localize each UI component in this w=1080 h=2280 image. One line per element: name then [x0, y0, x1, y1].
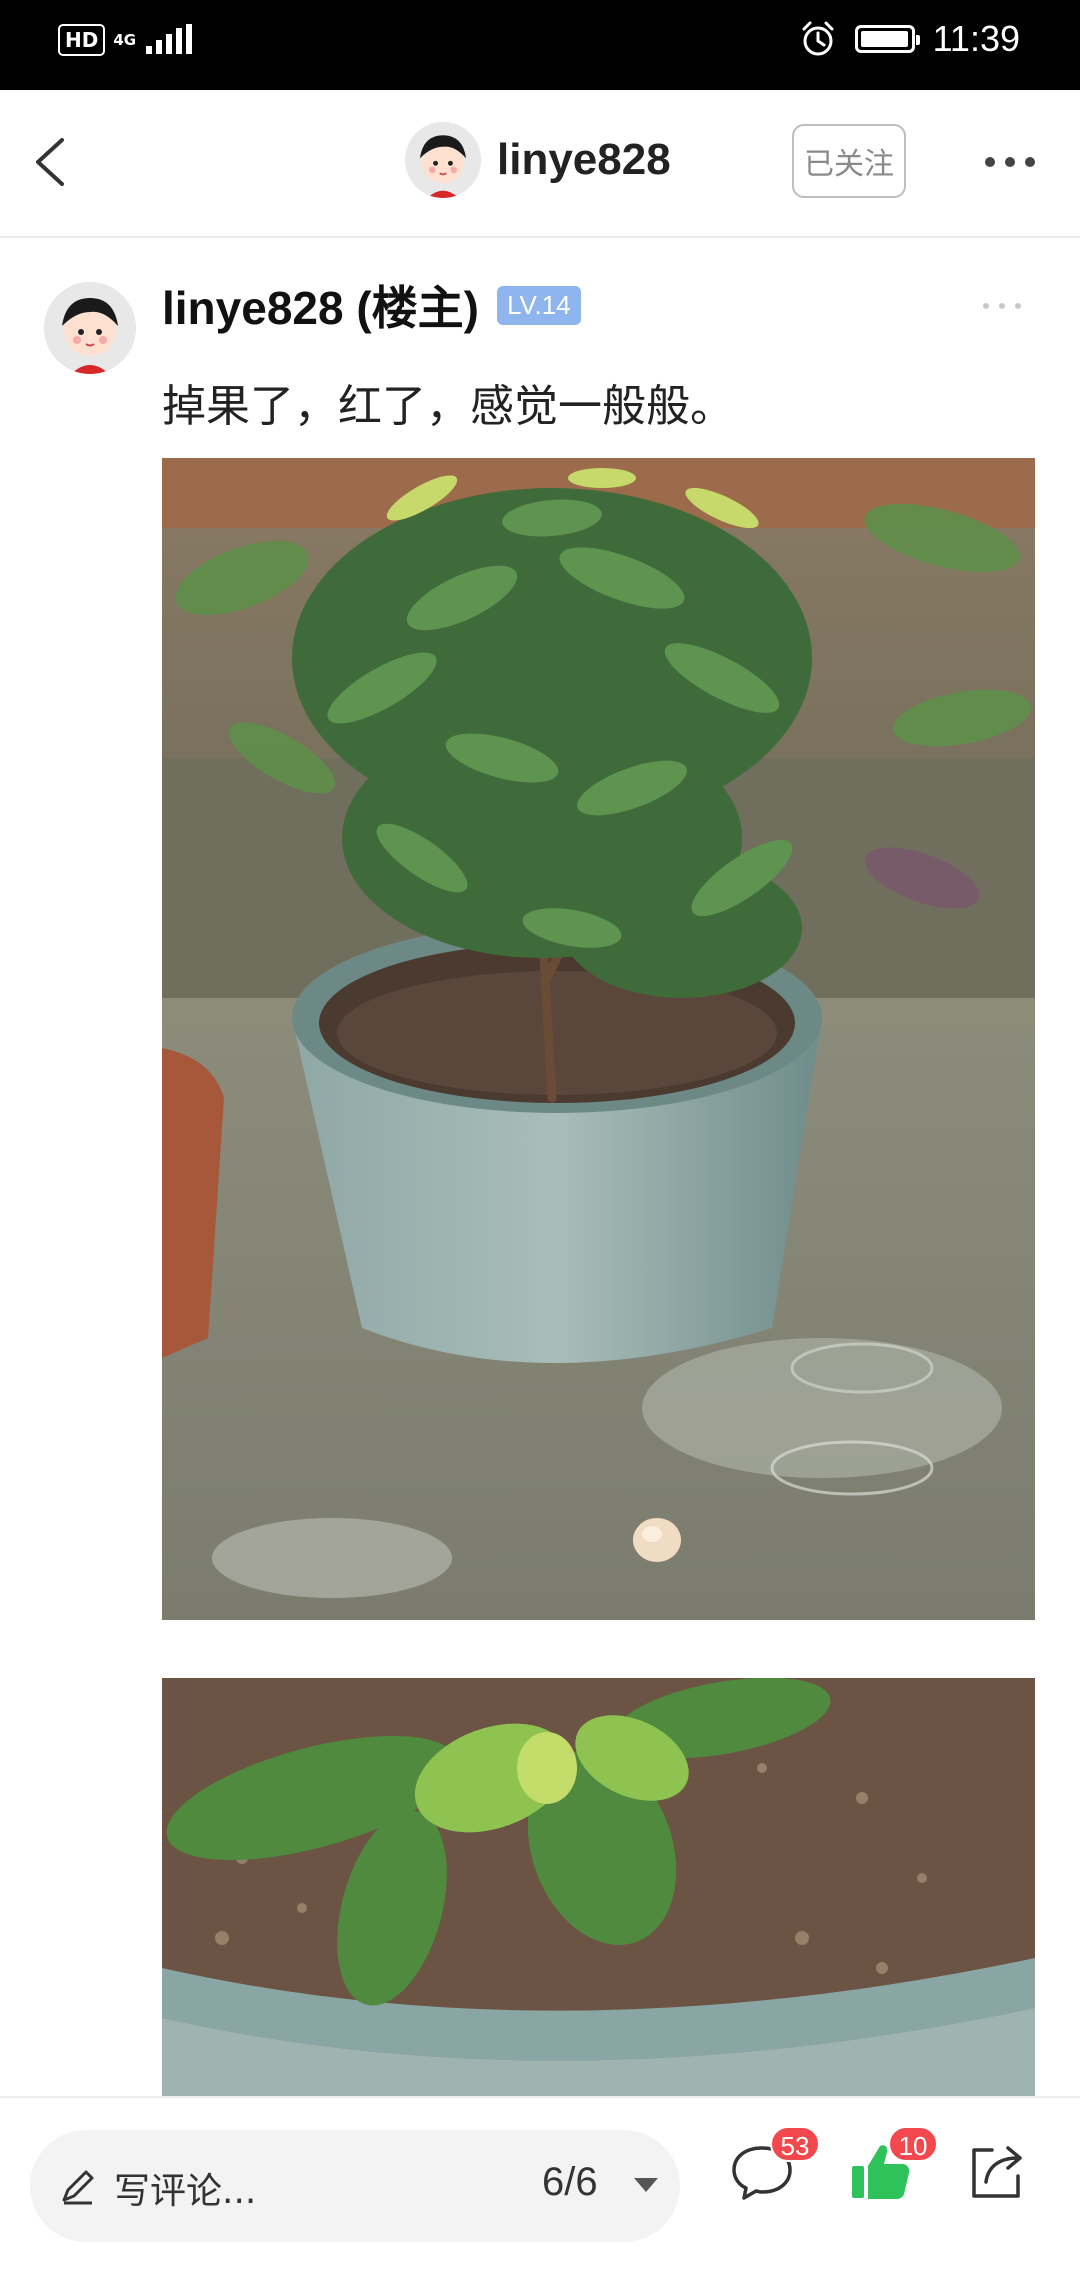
- like-count-badge: 10: [888, 2126, 938, 2162]
- comment-count-badge: 53: [770, 2126, 820, 2162]
- status-right: 11:39: [799, 18, 1020, 60]
- back-arrow-icon[interactable]: [24, 130, 88, 194]
- bottom-bar: 写评论... 6/6 53 10: [0, 2096, 1080, 2280]
- post-more-icon[interactable]: [980, 296, 1024, 316]
- alarm-icon: [802, 21, 834, 56]
- post-text: 掉果了，红了，感觉一般般。: [162, 381, 734, 432]
- status-left: HD 4G: [58, 24, 194, 56]
- post-header: linye828 (楼主) LV.14: [162, 272, 581, 338]
- avatar[interactable]: [405, 122, 481, 198]
- comment-input[interactable]: 写评论... 6/6: [30, 2130, 680, 2242]
- page-indicator[interactable]: 6/6: [542, 2160, 598, 2205]
- author-avatar[interactable]: [44, 282, 136, 374]
- pen-icon: [62, 2170, 94, 2205]
- chevron-down-icon[interactable]: [634, 2178, 658, 2192]
- more-icon[interactable]: [980, 142, 1040, 182]
- post-image[interactable]: [162, 458, 1035, 1620]
- post-image-2[interactable]: [162, 1678, 1035, 2096]
- clock: 11:39: [932, 18, 1020, 59]
- guava-plant-photo: [162, 458, 1035, 1620]
- nav-username[interactable]: linye828: [497, 135, 671, 185]
- comment-placeholder: 写评论...: [114, 2171, 257, 2212]
- share-button[interactable]: [960, 2136, 1032, 2208]
- nav-user[interactable]: linye828: [405, 122, 671, 198]
- signal-icon: [146, 24, 193, 54]
- level-badge: LV.14: [497, 285, 581, 325]
- battery-icon: [854, 25, 920, 53]
- comment-button[interactable]: 53: [726, 2126, 820, 2208]
- hd-indicator: HD: [58, 24, 106, 56]
- network-type: 4G: [113, 31, 137, 49]
- share-icon: [972, 2146, 1022, 2198]
- nav-bar: linye828 已关注: [0, 90, 1080, 238]
- guava-pot-closeup-photo: [162, 1678, 1035, 2096]
- author-name[interactable]: linye828 (楼主): [162, 272, 479, 338]
- follow-button[interactable]: 已关注: [792, 124, 906, 198]
- like-button[interactable]: 10: [844, 2126, 938, 2208]
- status-bar: HD 4G 11:39: [0, 0, 1080, 90]
